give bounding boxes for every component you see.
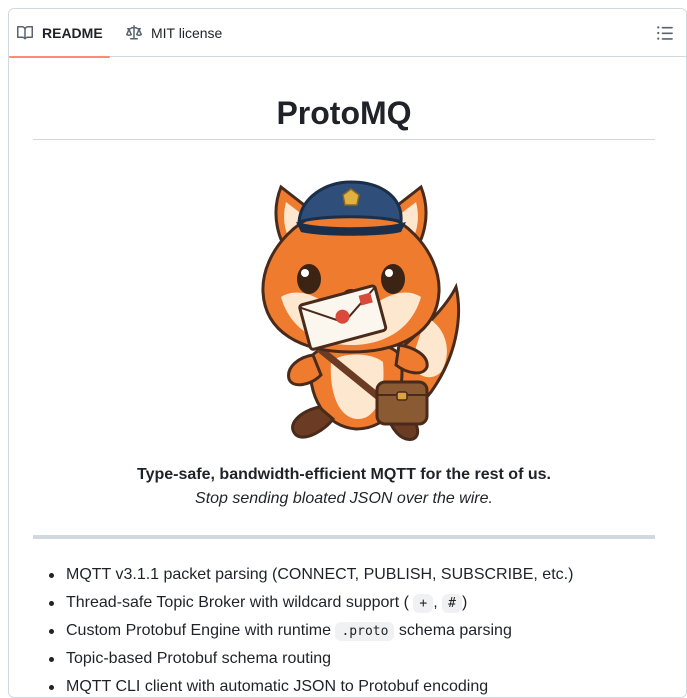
feature-text: schema parsing [398,622,512,639]
section-divider [33,535,655,539]
tab-license-label: MIT license [151,25,223,41]
tab-readme-label: README [42,25,103,41]
readme-tab-bar: README MIT license [9,9,686,58]
fox-mascot-image [261,180,461,441]
feature-text: Topic-based Protobuf schema routing [66,650,332,667]
law-scale-icon [126,25,142,40]
subtitle: Stop sending bloated JSON over the wire. [195,490,493,507]
page-title: ProtoMQ [276,95,412,131]
feature-text: ) [461,594,468,611]
inline-code: # [442,594,462,613]
inline-code: .proto [335,622,395,641]
feature-list: MQTT v3.1.1 packet parsing (CONNECT, PUB… [33,561,655,697]
tagline: Type-safe, bandwidth-efficient MQTT for … [137,466,551,483]
inline-code: + [413,594,434,613]
feature-text: Thread-safe Topic Broker with wildcard s… [66,594,409,611]
list-item: Thread-safe Topic Broker with wildcard s… [33,589,655,617]
feature-text: MQTT v3.1.1 packet parsing (CONNECT, PUB… [66,566,574,583]
feature-text: Custom Protobuf Engine with runtime [66,622,332,639]
list-item: Topic-based Protobuf schema routing [33,645,655,673]
list-item: Custom Protobuf Engine with runtime .pro… [33,617,655,645]
list-item: MQTT v3.1.1 packet parsing (CONNECT, PUB… [33,561,655,589]
tab-readme[interactable]: README [9,9,110,58]
feature-text: , [433,594,438,611]
title-divider [33,139,655,140]
readme-panel: README MIT license ProtoMQ Type-safe, ba… [8,8,687,698]
book-icon [17,25,33,40]
tab-license[interactable]: MIT license [126,9,222,57]
list-unordered-icon[interactable] [656,24,674,42]
feature-text: MQTT CLI client with automatic JSON to P… [66,678,489,695]
